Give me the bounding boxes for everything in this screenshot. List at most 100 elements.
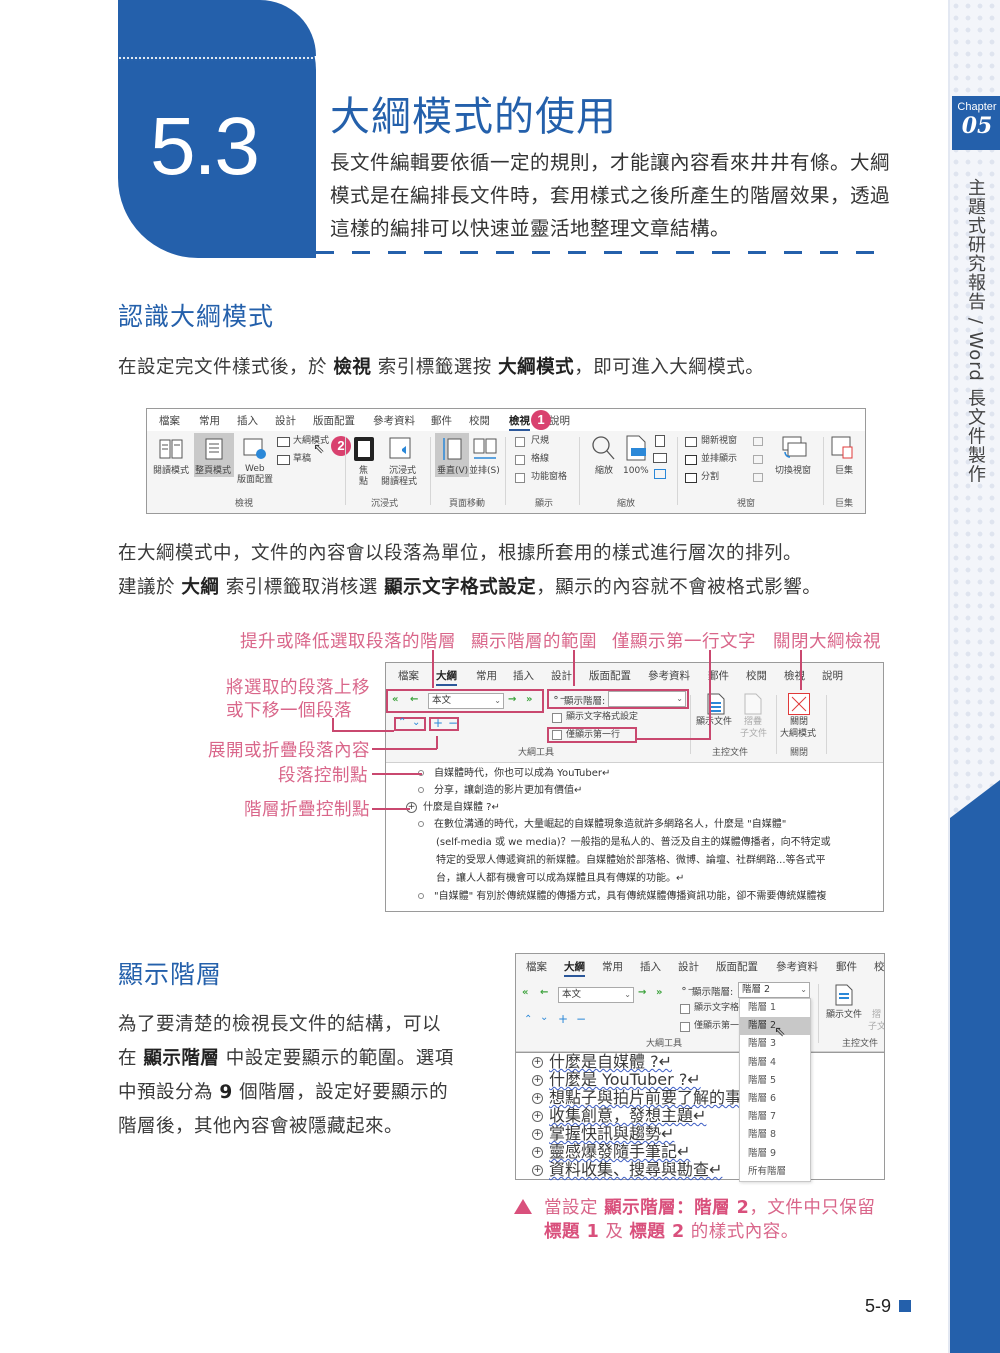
navigation-pane-checkbox[interactable] xyxy=(515,473,525,483)
print-layout-icon[interactable] xyxy=(204,437,224,461)
tab-home[interactable]: 常用 xyxy=(476,668,497,683)
show-level-dropdown[interactable]: ⌄ xyxy=(608,691,686,707)
tab-view[interactable]: 檢視 xyxy=(509,413,530,431)
print-layout-label[interactable]: 整頁模式 xyxy=(195,466,231,477)
tab-mailings[interactable]: 郵件 xyxy=(431,413,452,428)
tab-insert[interactable]: 插入 xyxy=(513,668,534,683)
expand-collapse-icon[interactable]: + xyxy=(532,1111,543,1122)
paragraph-control-icon[interactable] xyxy=(418,787,424,793)
focus-icon[interactable] xyxy=(354,437,374,461)
paragraph-control-icon[interactable] xyxy=(418,821,424,827)
tab-review[interactable]: 校 xyxy=(874,959,884,974)
demote-to-body-button[interactable]: » xyxy=(656,987,662,998)
show-document-icon[interactable] xyxy=(834,984,854,1006)
outline-line[interactable]: "自媒體" 有別於傳統媒體的傳播方式，具有傳統媒體傳播資訊功能，卻不需要傳統媒體… xyxy=(418,889,826,905)
collapse-button[interactable]: − xyxy=(448,716,458,730)
show-text-formatting-checkbox[interactable] xyxy=(552,713,562,723)
tab-file[interactable]: 檔案 xyxy=(526,959,547,974)
tab-outline[interactable]: 大綱 xyxy=(436,668,457,686)
arrange-all-icon[interactable] xyxy=(685,455,697,465)
level-option[interactable]: 階層 4 xyxy=(740,1054,810,1072)
tab-home[interactable]: 常用 xyxy=(602,959,623,974)
tab-references[interactable]: 參考資料 xyxy=(648,668,690,683)
expand-button[interactable]: + xyxy=(558,1012,568,1026)
outline-heading[interactable]: + 想點子與拍片前要了解的事↵ xyxy=(532,1090,754,1106)
outline-heading[interactable]: + 收集創意，發想主題↵ xyxy=(532,1108,706,1124)
tab-references[interactable]: 參考資料 xyxy=(373,413,415,428)
draft-button[interactable]: 草稿 xyxy=(293,454,311,465)
tab-design[interactable]: 設計 xyxy=(275,413,296,428)
outline-icon[interactable] xyxy=(277,437,290,447)
tab-design[interactable]: 設計 xyxy=(678,959,699,974)
side-to-side-label[interactable]: 並排(S) xyxy=(469,466,500,477)
move-up-button[interactable]: ⌃ xyxy=(398,717,406,728)
demote-to-body-button[interactable]: » xyxy=(526,694,532,705)
tab-file[interactable]: 檔案 xyxy=(398,668,419,683)
tab-outline[interactable]: 大綱 xyxy=(564,959,585,977)
tab-insert[interactable]: 插入 xyxy=(640,959,661,974)
web-layout-label-2[interactable]: 版面配置 xyxy=(237,475,273,486)
outline-heading[interactable]: + 什麼是 YouTuber ?↵ xyxy=(532,1072,701,1088)
tab-home[interactable]: 常用 xyxy=(199,413,220,428)
focus-label-1[interactable]: 焦 xyxy=(359,466,368,477)
expand-button[interactable]: + xyxy=(433,716,443,730)
promote-to-heading1-button[interactable]: « xyxy=(392,694,398,705)
demote-button[interactable]: → xyxy=(508,694,516,705)
immersive-reader-icon[interactable] xyxy=(389,437,413,461)
demote-button[interactable]: → xyxy=(638,987,646,998)
close-outline-label-1[interactable]: 關閉 xyxy=(790,717,808,728)
new-window-icon[interactable] xyxy=(685,437,697,447)
tab-help[interactable]: 說明 xyxy=(549,413,570,428)
vertical-scroll-icon[interactable] xyxy=(441,437,463,461)
zoom-100-label[interactable]: 100% xyxy=(623,466,649,477)
side-by-side-icon[interactable] xyxy=(753,437,763,446)
level-option[interactable]: 階層 5 xyxy=(740,1072,810,1090)
multiple-pages-icon[interactable] xyxy=(653,453,667,463)
tab-design[interactable]: 設計 xyxy=(551,668,572,683)
zoom-100-icon[interactable] xyxy=(625,435,647,461)
tab-layout[interactable]: 版面配置 xyxy=(716,959,758,974)
sync-scroll-icon[interactable] xyxy=(753,455,763,464)
move-down-button[interactable]: ⌄ xyxy=(540,1012,548,1023)
vertical-label[interactable]: 垂直(V) xyxy=(437,466,468,477)
expand-collapse-icon[interactable]: + xyxy=(532,1057,543,1068)
close-outline-label-2[interactable]: 大綱模式 xyxy=(780,729,816,740)
level-option[interactable]: 階層 8 xyxy=(740,1126,810,1144)
outline-line[interactable]: 在數位溝通的時代，大量崛起的自媒體現象造就許多網路名人，什麼是 "自媒體" xyxy=(418,817,786,833)
macros-label[interactable]: 巨集 xyxy=(835,466,853,477)
expand-collapse-icon[interactable]: + xyxy=(532,1129,543,1140)
outline-heading[interactable]: + 什麼是自媒體 ?↵ xyxy=(532,1054,672,1070)
split-button[interactable]: 分割 xyxy=(701,472,719,483)
close-outline-view-button[interactable] xyxy=(788,693,810,715)
outline-heading[interactable]: + 掌握快訊與趨勢↵ xyxy=(532,1126,674,1142)
page-width-icon[interactable] xyxy=(654,469,666,479)
tab-mailings[interactable]: 郵件 xyxy=(708,668,729,683)
tab-insert[interactable]: 插入 xyxy=(237,413,258,428)
expand-collapse-icon[interactable]: + xyxy=(532,1147,543,1158)
collapse-button[interactable]: − xyxy=(576,1012,586,1026)
focus-label-2[interactable]: 點 xyxy=(359,477,368,488)
expand-collapse-icon[interactable]: + xyxy=(406,801,417,813)
outline-line[interactable]: 自媒體時代，你也可以成為 YouTuber↵ xyxy=(418,766,610,782)
expand-collapse-icon[interactable]: + xyxy=(532,1165,543,1176)
zoom-label[interactable]: 縮放 xyxy=(595,466,613,477)
outline-line[interactable]: 分享，讓創造的影片更加有價值↵ xyxy=(418,783,582,799)
web-layout-icon[interactable] xyxy=(243,437,267,461)
draft-icon[interactable] xyxy=(277,455,290,465)
outline-heading[interactable]: + 靈感爆發隨手筆記↵ xyxy=(532,1144,690,1160)
first-line-only-checkbox[interactable] xyxy=(680,1022,690,1032)
immersive-label-1[interactable]: 沉浸式 xyxy=(389,466,416,477)
gridlines-checkbox[interactable] xyxy=(515,455,525,465)
read-mode-label[interactable]: 閱讀模式 xyxy=(153,466,189,477)
first-line-only-checkbox[interactable] xyxy=(552,730,562,740)
outline-level-combo[interactable]: 本文 ⌄ xyxy=(428,693,504,709)
read-mode-icon[interactable] xyxy=(159,437,183,461)
tab-file[interactable]: 檔案 xyxy=(159,413,180,428)
one-page-icon[interactable] xyxy=(655,435,665,447)
tab-references[interactable]: 參考資料 xyxy=(776,959,818,974)
level-option[interactable]: 階層 6 xyxy=(740,1090,810,1108)
level-option[interactable]: 階層 9 xyxy=(740,1145,810,1163)
reset-position-icon[interactable] xyxy=(753,473,763,482)
new-window-button[interactable]: 開新視窗 xyxy=(701,436,737,447)
level-option[interactable]: 階層 7 xyxy=(740,1108,810,1126)
